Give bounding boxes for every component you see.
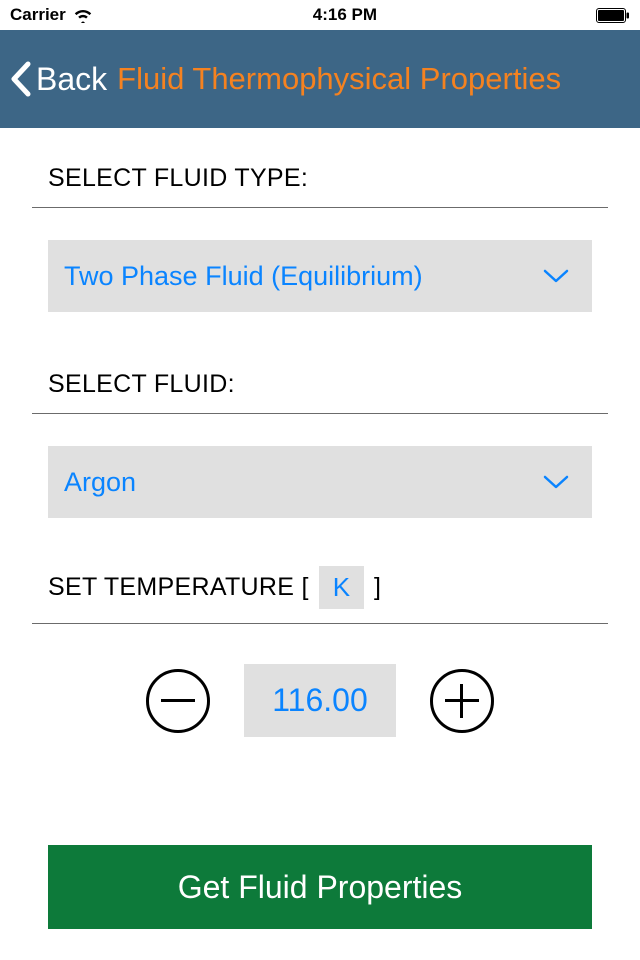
- chevron-down-icon: [542, 474, 570, 490]
- page-title: Fluid Thermophysical Properties: [117, 61, 561, 97]
- fluid-dropdown[interactable]: Argon: [48, 446, 592, 518]
- status-bar: Carrier 4:16 PM: [0, 0, 640, 30]
- back-label: Back: [36, 61, 107, 98]
- temperature-value[interactable]: 116.00: [244, 664, 396, 737]
- wifi-icon: [72, 7, 94, 23]
- temperature-label-prefix: SET TEMPERATURE [: [48, 573, 309, 602]
- status-left: Carrier: [10, 5, 94, 25]
- battery-icon: [596, 8, 630, 23]
- minus-icon: [161, 699, 195, 702]
- divider: [32, 413, 608, 414]
- divider: [32, 207, 608, 208]
- fluid-selected: Argon: [64, 467, 136, 498]
- temperature-unit-button[interactable]: K: [319, 566, 364, 609]
- fluid-label: SELECT FLUID:: [48, 370, 592, 399]
- temperature-label-suffix: ]: [374, 573, 381, 602]
- back-button[interactable]: Back: [8, 60, 107, 98]
- temperature-stepper: 116.00: [48, 664, 592, 737]
- chevron-left-icon: [8, 60, 32, 98]
- nav-bar: Back Fluid Thermophysical Properties: [0, 30, 640, 128]
- carrier-label: Carrier: [10, 5, 66, 25]
- divider: [32, 623, 608, 624]
- plus-icon: [445, 684, 479, 718]
- status-time: 4:16 PM: [313, 5, 377, 25]
- main-content: SELECT FLUID TYPE: Two Phase Fluid (Equi…: [0, 128, 640, 929]
- increment-button[interactable]: [430, 669, 494, 733]
- fluid-type-selected: Two Phase Fluid (Equilibrium): [64, 261, 423, 292]
- temperature-label-row: SET TEMPERATURE [ K ]: [48, 566, 592, 609]
- get-properties-label: Get Fluid Properties: [178, 869, 463, 906]
- chevron-down-icon: [542, 268, 570, 284]
- decrement-button[interactable]: [146, 669, 210, 733]
- fluid-type-dropdown[interactable]: Two Phase Fluid (Equilibrium): [48, 240, 592, 312]
- fluid-type-label: SELECT FLUID TYPE:: [48, 164, 592, 193]
- get-properties-button[interactable]: Get Fluid Properties: [48, 845, 592, 929]
- status-right: [596, 8, 630, 23]
